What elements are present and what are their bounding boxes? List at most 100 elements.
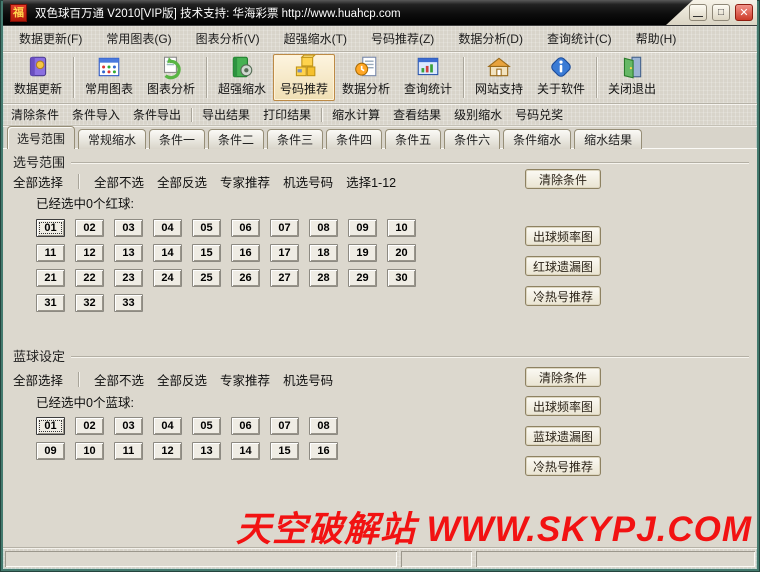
red-link[interactable]: 专家推荐: [220, 172, 270, 191]
red-ball-button[interactable]: 21: [36, 269, 65, 287]
blue-chart-button[interactable]: 蓝球遗漏图: [525, 426, 601, 446]
red-ball-button[interactable]: 02: [75, 219, 104, 237]
quickbar-action[interactable]: 打印结果: [263, 106, 311, 123]
toolbar-data-analysis[interactable]: 数据分析: [335, 54, 397, 101]
blue-ball-button[interactable]: 01: [36, 417, 65, 435]
red-ball-button[interactable]: 23: [114, 269, 143, 287]
red-ball-button[interactable]: 17: [270, 244, 299, 262]
close-button[interactable]: ✕: [735, 4, 753, 21]
tab[interactable]: 条件六: [444, 129, 500, 149]
red-ball-button[interactable]: 07: [270, 219, 299, 237]
red-ball-button[interactable]: 09: [348, 219, 377, 237]
blue-clear-button[interactable]: 清除条件: [525, 367, 601, 387]
red-ball-button[interactable]: 32: [75, 294, 104, 312]
red-ball-button[interactable]: 31: [36, 294, 65, 312]
menu-item[interactable]: 常用图表(G): [106, 30, 171, 47]
red-ball-button[interactable]: 11: [36, 244, 65, 262]
tab[interactable]: 条件五: [385, 129, 441, 149]
red-ball-button[interactable]: 01: [36, 219, 65, 237]
menu-item[interactable]: 查询统计(C): [547, 30, 612, 47]
menu-item[interactable]: 超强缩水(T): [284, 30, 347, 47]
quickbar-action[interactable]: 查看结果: [393, 106, 441, 123]
maximize-button[interactable]: □: [712, 4, 730, 21]
red-ball-button[interactable]: 08: [309, 219, 338, 237]
tab[interactable]: 条件四: [326, 129, 382, 149]
blue-ball-button[interactable]: 04: [153, 417, 182, 435]
tab[interactable]: 条件三: [267, 129, 323, 149]
blue-ball-button[interactable]: 02: [75, 417, 104, 435]
blue-ball-button[interactable]: 13: [192, 442, 221, 460]
red-ball-button[interactable]: 14: [153, 244, 182, 262]
red-ball-button[interactable]: 13: [114, 244, 143, 262]
tab[interactable]: 选号范围: [7, 126, 75, 149]
minimize-button[interactable]: —: [689, 4, 707, 21]
red-link[interactable]: 机选号码: [283, 172, 333, 191]
quickbar-action[interactable]: 号码兑奖: [515, 106, 563, 123]
toolbar-number-recommend[interactable]: 号码推荐: [273, 54, 335, 101]
red-chart-button[interactable]: 红球遗漏图: [525, 256, 601, 276]
red-ball-button[interactable]: 18: [309, 244, 338, 262]
toolbar-close-exit[interactable]: 关闭退出: [601, 54, 663, 101]
red-ball-button[interactable]: 16: [231, 244, 260, 262]
red-ball-button[interactable]: 04: [153, 219, 182, 237]
blue-link[interactable]: 专家推荐: [220, 370, 270, 389]
red-link[interactable]: 选择1-12: [346, 172, 396, 191]
blue-chart-button[interactable]: 冷热号推荐: [525, 456, 601, 476]
blue-ball-button[interactable]: 07: [270, 417, 299, 435]
red-ball-button[interactable]: 22: [75, 269, 104, 287]
red-ball-button[interactable]: 28: [309, 269, 338, 287]
red-link[interactable]: 全部不选: [94, 172, 144, 191]
tab[interactable]: 条件二: [208, 129, 264, 149]
toolbar-common-charts[interactable]: 常用图表: [78, 54, 140, 101]
red-ball-button[interactable]: 12: [75, 244, 104, 262]
red-ball-button[interactable]: 20: [387, 244, 416, 262]
red-ball-button[interactable]: 27: [270, 269, 299, 287]
blue-ball-button[interactable]: 12: [153, 442, 182, 460]
blue-ball-button[interactable]: 15: [270, 442, 299, 460]
red-ball-button[interactable]: 06: [231, 219, 260, 237]
red-link[interactable]: 全部反选: [157, 172, 207, 191]
quickbar-action[interactable]: 条件导出: [133, 106, 181, 123]
red-select-all-link[interactable]: 全部选择: [13, 172, 63, 191]
blue-chart-button[interactable]: 出球频率图: [525, 396, 601, 416]
quickbar-action[interactable]: 条件导入: [72, 106, 120, 123]
title-bar[interactable]: 福 双色球百万通 V2010[VIP版] 技术支持: 华海彩票 http://w…: [3, 0, 757, 26]
red-ball-button[interactable]: 25: [192, 269, 221, 287]
toolbar-query-stats[interactable]: 查询统计: [397, 54, 459, 101]
toolbar-about-software[interactable]: 关于软件: [530, 54, 592, 101]
menu-item[interactable]: 帮助(H): [636, 30, 677, 47]
blue-ball-button[interactable]: 14: [231, 442, 260, 460]
quickbar-action[interactable]: 导出结果: [202, 106, 250, 123]
red-ball-button[interactable]: 24: [153, 269, 182, 287]
tab[interactable]: 缩水结果: [574, 129, 642, 149]
toolbar-data-update[interactable]: 数据更新: [7, 54, 69, 101]
blue-ball-button[interactable]: 16: [309, 442, 338, 460]
toolbar-super-shrink[interactable]: 超强缩水: [211, 54, 273, 101]
quickbar-action[interactable]: 缩水计算: [332, 106, 380, 123]
blue-ball-button[interactable]: 11: [114, 442, 143, 460]
tab[interactable]: 常规缩水: [78, 129, 146, 149]
menu-item[interactable]: 图表分析(V): [196, 30, 260, 47]
red-ball-button[interactable]: 33: [114, 294, 143, 312]
red-ball-button[interactable]: 30: [387, 269, 416, 287]
menu-item[interactable]: 号码推荐(Z): [371, 30, 434, 47]
blue-link[interactable]: 全部反选: [157, 370, 207, 389]
toolbar-website-support[interactable]: 网站支持: [468, 54, 530, 101]
red-chart-button[interactable]: 冷热号推荐: [525, 286, 601, 306]
quickbar-action[interactable]: 级别缩水: [454, 106, 502, 123]
blue-ball-button[interactable]: 10: [75, 442, 104, 460]
red-ball-button[interactable]: 10: [387, 219, 416, 237]
red-ball-button[interactable]: 29: [348, 269, 377, 287]
blue-ball-button[interactable]: 03: [114, 417, 143, 435]
toolbar-chart-analysis[interactable]: 图表分析: [140, 54, 202, 101]
tab[interactable]: 条件缩水: [503, 129, 571, 149]
red-ball-button[interactable]: 05: [192, 219, 221, 237]
blue-ball-button[interactable]: 09: [36, 442, 65, 460]
blue-ball-button[interactable]: 08: [309, 417, 338, 435]
blue-link[interactable]: 机选号码: [283, 370, 333, 389]
red-ball-button[interactable]: 19: [348, 244, 377, 262]
red-ball-button[interactable]: 15: [192, 244, 221, 262]
blue-link[interactable]: 全部不选: [94, 370, 144, 389]
red-ball-button[interactable]: 03: [114, 219, 143, 237]
blue-ball-button[interactable]: 05: [192, 417, 221, 435]
